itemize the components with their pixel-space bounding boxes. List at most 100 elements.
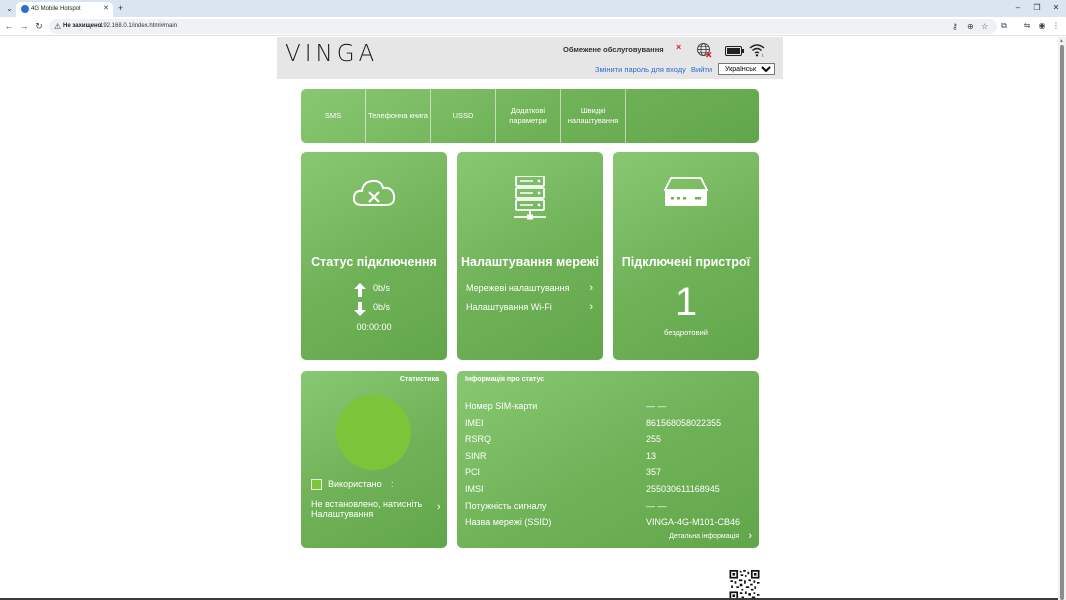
- network-settings-card[interactable]: Налаштування мережі Мережеві налаштуванн…: [457, 152, 603, 360]
- info-row-signal-strength: Потужність сигналу — —: [465, 501, 751, 515]
- statistics-title[interactable]: Статистика: [400, 376, 439, 383]
- key-icon[interactable]: ⚷: [952, 20, 958, 33]
- router-icon: [664, 177, 708, 206]
- info-row-sim: Номер SIM-карти — —: [465, 401, 751, 415]
- menu-item-ussd[interactable]: USSD: [431, 89, 496, 143]
- no-signal-icon: ×: [676, 42, 682, 52]
- profile-icon[interactable]: ◉: [1036, 20, 1048, 32]
- info-value: — —: [646, 501, 667, 511]
- connected-devices-title: Підключені пристрої: [621, 255, 751, 269]
- info-key: RSRQ: [465, 434, 492, 444]
- info-row-ssid: Назва мережі (SSID) VINGA-4G-M101-CB46: [465, 517, 751, 531]
- status-info-title: Інформація про статус: [465, 376, 545, 383]
- tab-search-chevron-icon[interactable]: ⌄: [4, 3, 15, 14]
- reload-icon[interactable]: ↻: [33, 20, 45, 32]
- connected-devices-card[interactable]: Підключені пристрої 1 бездротовий: [613, 152, 759, 360]
- browser-toolbar: ← → ↻ ⚠ Не захищено 192.168.0.1/index.ht…: [0, 17, 1066, 36]
- device-type-label: бездротовий: [664, 328, 708, 337]
- menu-item-quick-setup[interactable]: Швидкі налаштування: [561, 89, 626, 143]
- info-row-pci: PCI 357: [465, 467, 751, 481]
- device-count: 1: [674, 280, 698, 324]
- info-row-rsrq: RSRQ 255: [465, 434, 751, 448]
- info-key: IMSI: [465, 484, 484, 494]
- back-icon[interactable]: ←: [3, 20, 15, 32]
- new-tab-button[interactable]: +: [118, 2, 123, 14]
- menu-item-phonebook[interactable]: Телефонна книга: [366, 89, 431, 143]
- connection-status-title: Статус підключення: [311, 255, 437, 269]
- used-legend-swatch: [311, 479, 322, 490]
- wifi-settings-link-label[interactable]: Налаштування Wi-Fi: [466, 302, 552, 312]
- page-scrollbar[interactable]: ▲: [1058, 37, 1066, 600]
- connection-status-card[interactable]: Статус підключення 0b/s 0b/s 00:00:00: [301, 152, 447, 360]
- scroll-thumb[interactable]: [1060, 45, 1064, 600]
- info-key: Номер SIM-карти: [465, 401, 538, 411]
- url-text[interactable]: 192.168.0.1/index.html#main: [100, 20, 177, 33]
- network-settings-link[interactable]: Мережеві налаштування ›: [466, 282, 595, 294]
- forward-icon[interactable]: →: [18, 20, 30, 32]
- upload-rate-value: 0b/s: [373, 283, 391, 293]
- main-menu-bar: SMS Телефонна книга USSD Додаткові парам…: [301, 89, 759, 143]
- info-value: 13: [646, 451, 657, 461]
- scroll-up-icon[interactable]: ▲: [1059, 38, 1064, 44]
- connection-duration: 00:00:00: [356, 322, 392, 332]
- info-key: SINR: [465, 451, 487, 461]
- zoom-icon[interactable]: ⊕: [967, 20, 974, 33]
- qr-code-image: [729, 570, 760, 600]
- info-value: 861568058022355: [646, 418, 722, 428]
- address-bar[interactable]: ⚠ Не захищено 192.168.0.1/index.html#mai…: [49, 19, 997, 34]
- info-value: — —: [646, 401, 667, 411]
- service-status-text: Обмежене обслуговування: [563, 45, 664, 54]
- info-key: PCI: [465, 467, 481, 477]
- bookmark-star-icon[interactable]: ☆: [981, 20, 988, 33]
- statistics-not-set-text[interactable]: Не встановлено, натисніть: [311, 499, 422, 509]
- statistics-settings-text[interactable]: Налаштування: [311, 509, 373, 519]
- change-password-link[interactable]: Змінити пароль для входу: [595, 65, 686, 74]
- cloud-disconnected-icon: [352, 179, 396, 206]
- info-value: VINGA-4G-M101-CB46: [646, 517, 741, 527]
- statistics-card: Статистика Використано : Не встановлено,…: [301, 371, 447, 548]
- server-network-icon: [514, 176, 546, 220]
- restore-icon[interactable]: ❐: [1031, 2, 1043, 14]
- browser-tabstrip: ⌄ 4G Mobile Hotspot ✕ + – ❐ ✕: [0, 0, 1066, 17]
- used-legend-label: Використано: [328, 479, 382, 489]
- battery-icon: [725, 46, 744, 56]
- browser-tab[interactable]: 4G Mobile Hotspot ✕: [16, 2, 113, 17]
- info-row-imei: IMEI 861568058022355: [465, 418, 751, 432]
- globe-disconnected-icon: [697, 43, 712, 58]
- menu-item-advanced[interactable]: Додаткові параметри: [496, 89, 561, 143]
- language-select[interactable]: Українська: [718, 63, 775, 75]
- minimize-icon[interactable]: –: [1012, 2, 1024, 14]
- info-value: 255030611168945: [646, 484, 720, 494]
- info-key: Назва мережі (SSID): [465, 517, 552, 527]
- warning-icon[interactable]: ⚠: [54, 20, 61, 33]
- chevron-right-icon[interactable]: ›: [437, 502, 441, 513]
- usage-pie-chart: [336, 395, 411, 470]
- svg-text:1: 1: [762, 53, 765, 58]
- chevron-right-icon[interactable]: ›: [589, 301, 593, 313]
- favicon-icon: [21, 5, 29, 13]
- network-settings-title: Налаштування мережі: [461, 255, 599, 269]
- info-row-sinr: SINR 13: [465, 451, 751, 465]
- statistics-setup-link[interactable]: Не встановлено, натисніть Налаштування ›: [311, 499, 441, 519]
- network-settings-link-label[interactable]: Мережеві налаштування: [466, 283, 570, 293]
- tab-close-icon[interactable]: ✕: [103, 4, 109, 14]
- window-close-icon[interactable]: ✕: [1050, 2, 1062, 14]
- chevron-right-icon[interactable]: ›: [748, 530, 752, 542]
- logout-link[interactable]: Вийти: [691, 65, 712, 74]
- detailed-info-link[interactable]: Детальна інформація: [669, 533, 739, 540]
- info-key: Потужність сигналу: [465, 501, 547, 511]
- upload-arrow-icon: [354, 283, 366, 297]
- info-value: 357: [646, 467, 662, 477]
- chevron-right-icon[interactable]: ›: [589, 282, 593, 294]
- side-panel-icon[interactable]: ⇋: [1021, 20, 1033, 32]
- wifi-icon: 1: [749, 44, 765, 58]
- status-info-card: Інформація про статус Номер SIM-карти — …: [457, 371, 759, 548]
- wifi-settings-link[interactable]: Налаштування Wi-Fi ›: [466, 301, 595, 313]
- menu-dots-icon[interactable]: ⋮: [1050, 20, 1062, 32]
- security-label[interactable]: Не захищено: [63, 20, 101, 33]
- menu-item-sms[interactable]: SMS: [301, 89, 366, 143]
- used-legend-separator: :: [391, 479, 394, 489]
- extensions-icon[interactable]: ⧉: [998, 20, 1010, 32]
- info-key: IMEI: [465, 418, 484, 428]
- info-row-imsi: IMSI 255030611168945: [465, 484, 751, 498]
